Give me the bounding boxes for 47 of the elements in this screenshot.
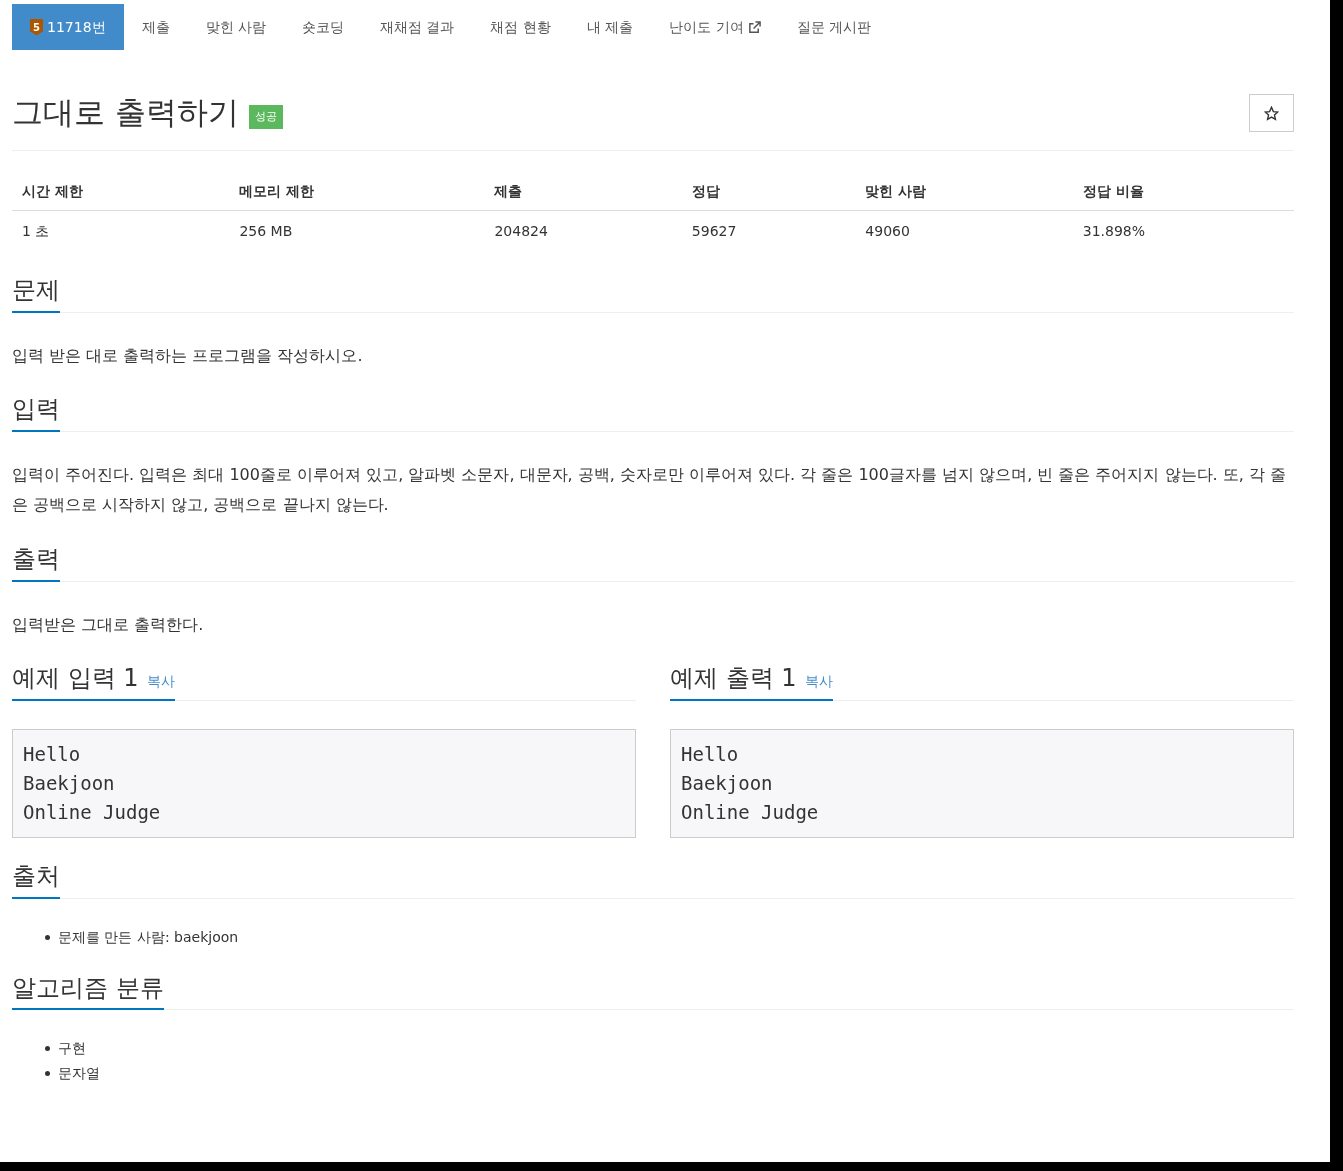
nav-tab[interactable]: 난이도 기여: [651, 4, 779, 50]
nav-tab[interactable]: 제출: [123, 4, 188, 50]
nav-tab[interactable]: 5 11718번: [12, 4, 124, 50]
section-heading: 예제 출력 1: [670, 663, 797, 693]
column-header: 정답 비율: [1072, 173, 1294, 211]
algorithm-tag: 구현: [58, 1036, 86, 1062]
status-badge: 성공: [248, 104, 283, 130]
column-header: 시간 제한: [12, 173, 230, 211]
column-header: 메모리 제한: [229, 173, 485, 211]
nav-tab[interactable]: 맞힌 사람: [187, 4, 284, 50]
bullet-icon: [45, 1071, 50, 1077]
table-cell: 204824: [484, 210, 682, 252]
source-item: 문제를 만든 사람: baekjoon: [58, 927, 239, 947]
star-button[interactable]: [1249, 94, 1294, 132]
section-heading: 입력: [12, 395, 60, 432]
section-heading: 예제 입력 1: [12, 663, 139, 693]
nav-tab[interactable]: 채점 현황: [472, 4, 569, 50]
tier-badge-icon: 5: [30, 18, 43, 36]
section-text: 입력받은 그대로 출력한다.: [12, 613, 205, 636]
section-heading: 출처: [12, 861, 60, 899]
nav-tab[interactable]: 숏코딩: [284, 4, 362, 50]
column-header: 제출: [484, 173, 682, 211]
external-link-icon: [747, 20, 761, 34]
copy-link[interactable]: 복사: [146, 672, 175, 690]
section-text: 입력이 주어진다. 입력은 최대 100줄로 이루어져 있고, 알파벳 소문자, 대문자, 공백, 숫자로만 이루어져 있다. 각 줄은 100글자를 넘지 않으며, 빈 줄은 주어지지 않는다. 또, 각 줄은 공백으로 시작하지 않고, 공백으로 끝나지 않는다.: [12, 464, 1287, 517]
section-heading: 문제: [12, 276, 60, 313]
column-header: 정답: [681, 173, 856, 211]
nav-tab[interactable]: 질문 게시판: [778, 4, 890, 50]
section-heading: 출력: [12, 544, 60, 582]
section-heading: 알고리즘 분류: [12, 973, 164, 1011]
problem-title: 그대로 출력하기: [12, 94, 239, 132]
nav-tab[interactable]: 재채점 결과: [362, 4, 473, 50]
table-cell: 31.898%: [1072, 210, 1294, 252]
table-cell: 256 MB: [229, 210, 485, 252]
bullet-icon: [45, 934, 50, 940]
table-cell: 59627: [681, 210, 856, 252]
algorithm-tag: 문자열: [58, 1061, 100, 1087]
sample-code-box: Hello Baekjoon Online Judge: [670, 728, 1294, 838]
nav-tab[interactable]: 내 제출: [568, 4, 652, 50]
table-cell: 1 초: [12, 210, 230, 252]
sample-code-box: Hello Baekjoon Online Judge: [12, 728, 636, 838]
table-cell: 49060: [855, 210, 1073, 252]
copy-link[interactable]: 복사: [804, 672, 833, 690]
section-text: 입력 받은 대로 출력하는 프로그램을 작성하시오.: [12, 344, 364, 367]
star-icon: [1264, 106, 1279, 121]
bullet-icon: [45, 1046, 50, 1052]
column-header: 맞힌 사람: [855, 173, 1073, 211]
